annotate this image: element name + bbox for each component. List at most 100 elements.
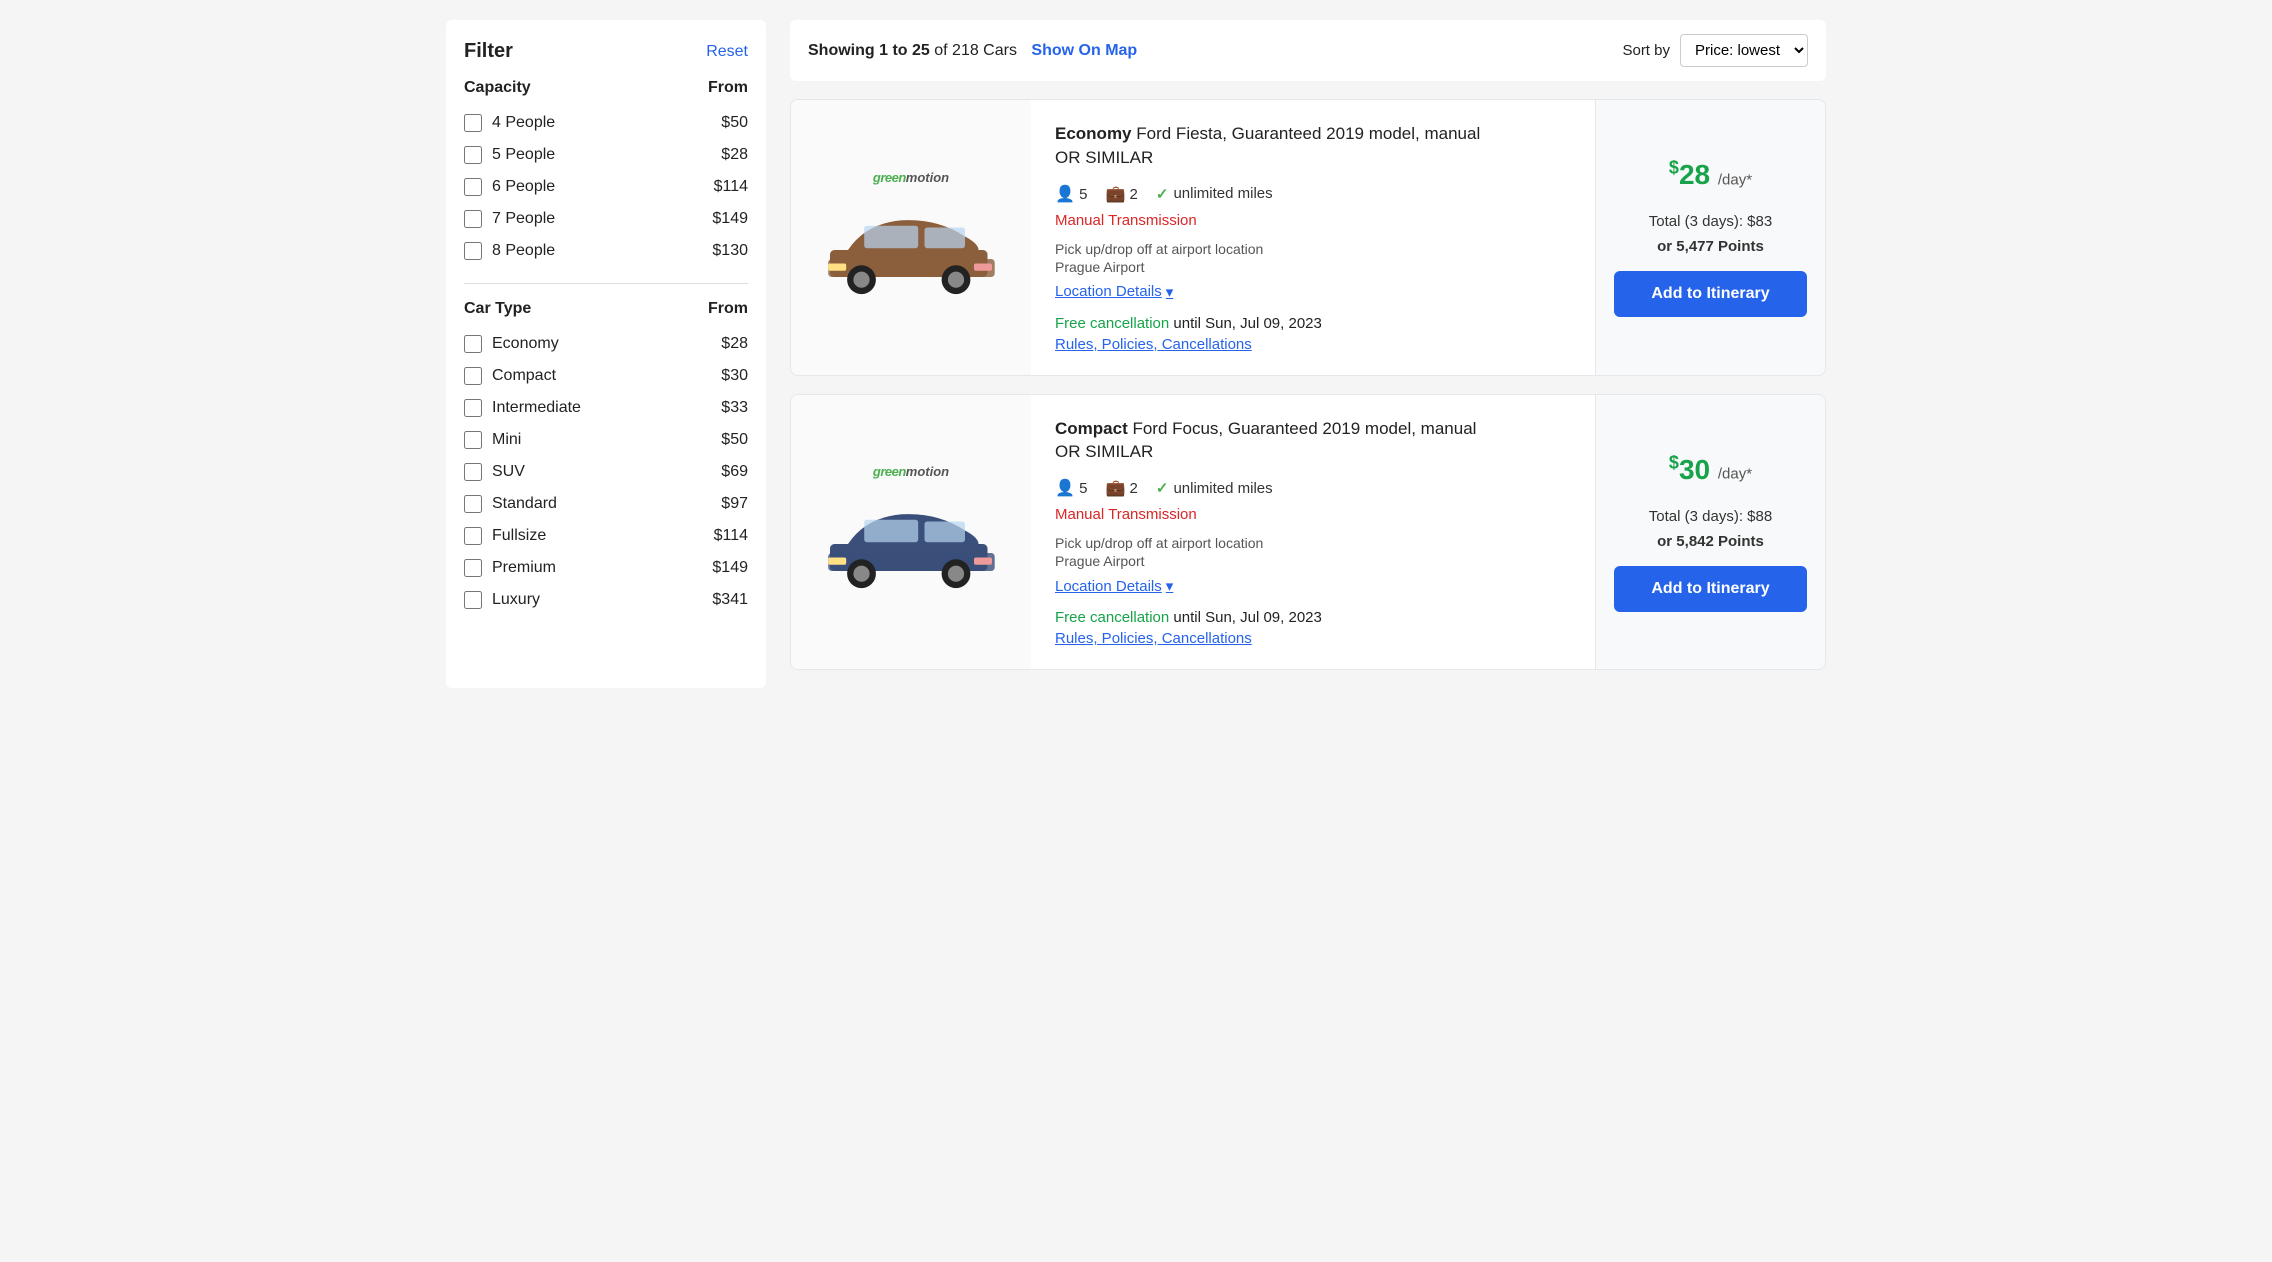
airport-name-1: Prague Airport bbox=[1055, 553, 1571, 569]
price-panel-1: $30 /day* Total (3 days): $88 or 5,842 P… bbox=[1595, 395, 1825, 670]
rules-link-0[interactable]: Rules, Policies, Cancellations bbox=[1055, 336, 1252, 353]
vendor-logo: greenmotion bbox=[873, 170, 949, 185]
car-type-item-label-5[interactable]: Standard bbox=[492, 495, 557, 513]
sort-area: Sort by Price: lowest bbox=[1622, 34, 1808, 67]
car-image-area-1: greenmotion bbox=[791, 395, 1031, 670]
capacity-item-label-0[interactable]: 4 People bbox=[492, 114, 555, 132]
car-type-item-label-0[interactable]: Economy bbox=[492, 335, 559, 353]
location-details-link-1[interactable]: Location Details ▾ bbox=[1055, 577, 1173, 595]
car-features-0: 👤 5 💼 2 ✓ unlimited miles bbox=[1055, 184, 1571, 204]
car-type-checkbox-8[interactable] bbox=[464, 591, 482, 609]
car-type-filter-item-0: Economy $28 bbox=[464, 328, 748, 360]
check-icon-1: ✓ bbox=[1156, 479, 1169, 497]
car-type-item-price-5: $97 bbox=[721, 495, 748, 513]
capacity-checkbox-4[interactable] bbox=[464, 242, 482, 260]
rules-link-1[interactable]: Rules, Policies, Cancellations bbox=[1055, 630, 1252, 647]
car-type-item-price-3: $50 bbox=[721, 431, 748, 449]
price-amount-0: $28 bbox=[1669, 159, 1718, 190]
car-type-item-label-8[interactable]: Luxury bbox=[492, 591, 540, 609]
car-type-item-price-6: $114 bbox=[714, 527, 748, 545]
chevron-down-icon-0: ▾ bbox=[1166, 283, 1174, 301]
car-type-checkbox-1[interactable] bbox=[464, 367, 482, 385]
transmission-0: Manual Transmission bbox=[1055, 212, 1571, 229]
price-display-0: $28 /day* bbox=[1669, 158, 1752, 191]
price-total-1: Total (3 days): $88 bbox=[1649, 508, 1772, 525]
price-amount-1: $30 bbox=[1669, 454, 1718, 485]
capacity-item-label-4[interactable]: 8 People bbox=[492, 242, 555, 260]
car-type-filter-item-2: Intermediate $33 bbox=[464, 392, 748, 424]
price-display-1: $30 /day* bbox=[1669, 452, 1752, 485]
transmission-1: Manual Transmission bbox=[1055, 506, 1571, 523]
capacity-item-price-1: $28 bbox=[721, 146, 748, 164]
of-total: of 218 Cars bbox=[934, 42, 1017, 59]
or-similar-0: OR SIMILAR bbox=[1055, 148, 1153, 167]
main-content: Showing 1 to 25 of 218 Cars Show On Map … bbox=[790, 20, 1826, 688]
car-type-item-label-3[interactable]: Mini bbox=[492, 431, 521, 449]
car-type-checkbox-3[interactable] bbox=[464, 431, 482, 449]
add-to-itinerary-button-1[interactable]: Add to Itinerary bbox=[1614, 566, 1807, 612]
person-icon-0: 👤 bbox=[1055, 186, 1075, 203]
car-type-badge-1: Compact bbox=[1055, 419, 1128, 438]
capacity-filter-item-2: 6 People $114 bbox=[464, 171, 748, 203]
car-type-checkbox-7[interactable] bbox=[464, 559, 482, 577]
car-type-item-price-1: $30 bbox=[721, 367, 748, 385]
capacity-item-label-1[interactable]: 5 People bbox=[492, 146, 555, 164]
capacity-checkbox-2[interactable] bbox=[464, 178, 482, 196]
pickup-info-1: Pick up/drop off at airport location bbox=[1055, 535, 1571, 551]
price-points-0: or 5,477 Points bbox=[1657, 238, 1764, 255]
car-type-checkbox-4[interactable] bbox=[464, 463, 482, 481]
price-suffix-1: /day* bbox=[1718, 466, 1752, 483]
sort-select[interactable]: Price: lowest bbox=[1680, 34, 1808, 67]
car-type-filter-item-3: Mini $50 bbox=[464, 424, 748, 456]
free-cancellation-1: Free cancellation until Sun, Jul 09, 202… bbox=[1055, 609, 1571, 626]
divider bbox=[464, 283, 748, 284]
price-points-1: or 5,842 Points bbox=[1657, 533, 1764, 550]
person-icon-1: 👤 bbox=[1055, 480, 1075, 497]
car-type-item-label-7[interactable]: Premium bbox=[492, 559, 556, 577]
car-type-label: Car Type bbox=[464, 300, 531, 318]
car-type-item-price-7: $149 bbox=[712, 559, 748, 577]
show-on-map-link[interactable]: Show On Map bbox=[1031, 42, 1137, 59]
car-type-filter-item-4: SUV $69 bbox=[464, 456, 748, 488]
capacity-filter-item-4: 8 People $130 bbox=[464, 235, 748, 267]
vendor-logo: greenmotion bbox=[873, 464, 949, 479]
add-to-itinerary-button-0[interactable]: Add to Itinerary bbox=[1614, 271, 1807, 317]
car-type-checkbox-2[interactable] bbox=[464, 399, 482, 417]
capacity-item-price-0: $50 bbox=[721, 114, 748, 132]
car-name-0: Economy Ford Fiesta, Guaranteed 2019 mod… bbox=[1055, 122, 1571, 170]
reset-link[interactable]: Reset bbox=[706, 43, 748, 61]
car-type-checkbox-6[interactable] bbox=[464, 527, 482, 545]
passengers-feature-1: 👤 5 bbox=[1055, 478, 1087, 498]
car-details-1: Compact Ford Focus, Guaranteed 2019 mode… bbox=[1031, 395, 1595, 670]
car-type-item-label-1[interactable]: Compact bbox=[492, 367, 556, 385]
car-details-0: Economy Ford Fiesta, Guaranteed 2019 mod… bbox=[1031, 100, 1595, 375]
car-type-item-price-4: $69 bbox=[721, 463, 748, 481]
price-panel-0: $28 /day* Total (3 days): $83 or 5,477 P… bbox=[1595, 100, 1825, 375]
location-details-link-0[interactable]: Location Details ▾ bbox=[1055, 283, 1173, 301]
car-type-item-label-2[interactable]: Intermediate bbox=[492, 399, 581, 417]
car-type-filter-item-5: Standard $97 bbox=[464, 488, 748, 520]
car-type-item-label-6[interactable]: Fullsize bbox=[492, 527, 546, 545]
capacity-checkbox-1[interactable] bbox=[464, 146, 482, 164]
sidebar-filter: Filter Reset Capacity From 4 People $50 … bbox=[446, 20, 766, 688]
capacity-item-label-2[interactable]: 6 People bbox=[492, 178, 555, 196]
car-type-filter-item-6: Fullsize $114 bbox=[464, 520, 748, 552]
car-type-item-price-0: $28 bbox=[721, 335, 748, 353]
capacity-checkbox-3[interactable] bbox=[464, 210, 482, 228]
car-type-checkbox-5[interactable] bbox=[464, 495, 482, 513]
capacity-checkbox-0[interactable] bbox=[464, 114, 482, 132]
car-type-item-label-4[interactable]: SUV bbox=[492, 463, 525, 481]
car-type-filter-item-7: Premium $149 bbox=[464, 552, 748, 584]
showing-text: Showing 1 to 25 of 218 Cars Show On Map bbox=[808, 42, 1137, 59]
car-image-0 bbox=[821, 195, 1001, 305]
car-type-checkbox-0[interactable] bbox=[464, 335, 482, 353]
car-type-item-price-2: $33 bbox=[721, 399, 748, 417]
car-image-area-0: greenmotion bbox=[791, 100, 1031, 375]
capacity-item-label-3[interactable]: 7 People bbox=[492, 210, 555, 228]
showing-range: Showing 1 to 25 bbox=[808, 42, 930, 59]
capacity-filter-list: 4 People $50 5 People $28 6 People $114 … bbox=[464, 107, 748, 267]
bag-icon-1: 💼 bbox=[1105, 480, 1125, 497]
cancellation-date-0: until Sun, Jul 09, 2023 bbox=[1173, 315, 1321, 332]
capacity-item-price-3: $149 bbox=[712, 210, 748, 228]
miles-feature-0: ✓ unlimited miles bbox=[1156, 185, 1273, 203]
